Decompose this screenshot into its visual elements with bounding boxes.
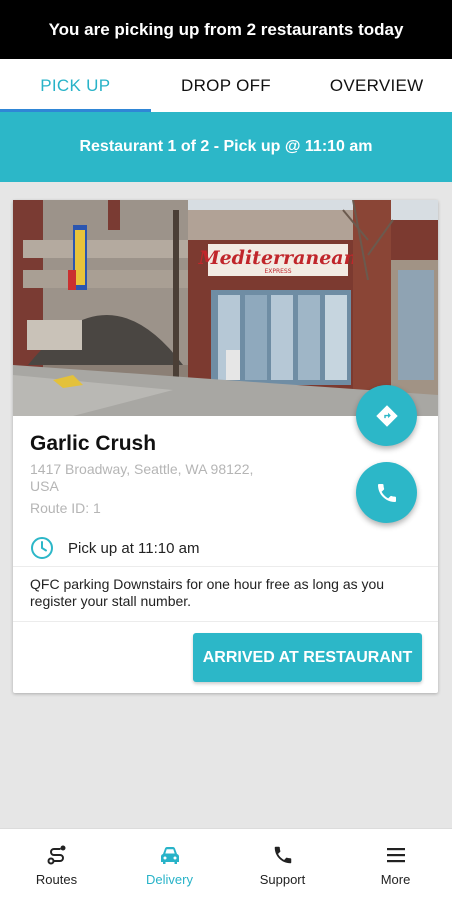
clock-icon <box>31 537 53 559</box>
nav-delivery[interactable]: Delivery <box>113 829 226 900</box>
nav-support[interactable]: Support <box>226 829 339 900</box>
call-button[interactable] <box>356 462 417 523</box>
tab-drop-off[interactable]: DROP OFF <box>151 59 302 112</box>
tab-overview-label: OVERVIEW <box>329 75 424 95</box>
restaurant-progress-text: Restaurant 1 of 2 - Pick up @ 11:10 am <box>79 138 373 155</box>
phone-icon <box>270 842 296 868</box>
restaurant-card: Mediterranean EXPRESS Garlic Crush 1417 … <box>13 200 438 693</box>
bottom-nav: Routes Delivery Support More <box>0 828 452 900</box>
nav-more-label: More <box>380 872 411 887</box>
nav-routes[interactable]: Routes <box>0 829 113 900</box>
arrived-at-restaurant-button[interactable]: ARRIVED AT RESTAURANT <box>193 633 422 682</box>
menu-icon <box>383 842 409 868</box>
tab-pick-up-label: PICK UP <box>40 75 111 95</box>
top-banner: You are picking up from 2 restaurants to… <box>0 0 452 59</box>
pickup-time-row: Pick up at 11:10 am <box>30 536 199 560</box>
nav-more[interactable]: More <box>339 829 452 900</box>
divider <box>13 566 438 567</box>
address-line-1: 1417 Broadway, Seattle, WA 98122, <box>30 461 254 477</box>
pickup-time: Pick up at 11:10 am <box>68 539 200 557</box>
tab-pick-up[interactable]: PICK UP <box>0 59 151 112</box>
restaurant-address: 1417 Broadway, Seattle, WA 98122, USA <box>30 461 290 495</box>
tab-drop-off-label: DROP OFF <box>181 75 271 95</box>
nav-support-label: Support <box>259 872 306 887</box>
photo-sign-subtext: EXPRESS <box>264 268 291 275</box>
pickup-note: QFC parking Downstairs for one hour free… <box>30 576 385 609</box>
nav-routes-label: Routes <box>35 872 78 887</box>
tab-overview[interactable]: OVERVIEW <box>301 59 452 112</box>
photo-sign-text: Mediterranean <box>198 247 358 269</box>
directions-button[interactable] <box>356 385 417 446</box>
divider <box>13 621 438 622</box>
restaurant-name: Garlic Crush <box>30 432 157 455</box>
route-icon <box>44 842 70 868</box>
car-icon <box>157 842 183 868</box>
phone-icon <box>377 483 396 502</box>
banner-text: You are picking up from 2 restaurants to… <box>48 19 404 39</box>
route-id: Route ID: 1 <box>30 500 101 516</box>
address-line-2: USA <box>30 478 59 494</box>
tab-bar: PICK UP DROP OFF OVERVIEW <box>0 59 452 112</box>
directions-icon <box>375 404 398 427</box>
restaurant-photo: Mediterranean EXPRESS <box>13 200 438 416</box>
nav-delivery-label: Delivery <box>146 872 193 887</box>
restaurant-progress-header: Restaurant 1 of 2 - Pick up @ 11:10 am <box>0 112 452 182</box>
